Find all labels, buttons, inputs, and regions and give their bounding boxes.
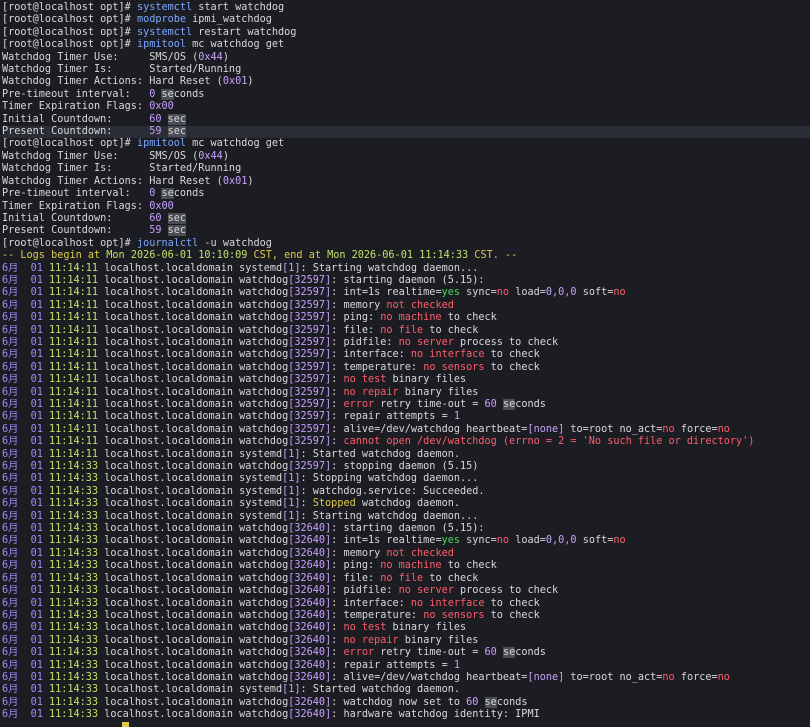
log-line: 6月 01 11:14:33 localhost.localdomain wat… <box>2 659 460 671</box>
log-line: 6月 01 11:14:33 localhost.localdomain wat… <box>2 547 454 559</box>
watchdog-timer-use: Watchdog Timer Use: SMS/OS (0x44) <box>2 150 229 162</box>
log-line: 6月 01 11:14:11 localhost.localdomain wat… <box>2 349 540 361</box>
log-line: 6月 01 11:14:11 localhost.localdomain wat… <box>2 336 559 348</box>
watchdog-timer-is: Watchdog Timer Is: Started/Running <box>2 64 242 76</box>
log-line: 6月 01 11:14:11 localhost.localdomain wat… <box>2 423 730 435</box>
log-line: 6月 01 11:14:33 localhost.localdomain wat… <box>2 560 497 572</box>
log-line: 6月 01 11:14:11 localhost.localdomain wat… <box>2 324 479 336</box>
log-line: 6月 01 11:14:11 localhost.localdomain wat… <box>2 312 497 324</box>
log-line: 6月 01 11:14:11 localhost.localdomain wat… <box>2 374 467 386</box>
log-line: 6月 01 11:14:33 localhost.localdomain sys… <box>2 485 485 497</box>
journal-header: -- Logs begin at Mon 2026-06-01 10:10:09… <box>2 250 518 262</box>
log-line: 6月 01 11:14:11 localhost.localdomain sys… <box>2 448 460 460</box>
present-countdown: Present Countdown: 59 sec <box>2 225 187 237</box>
log-line: 6月 01 11:14:33 localhost.localdomain wat… <box>2 523 485 535</box>
log-line: 6月 01 11:14:33 localhost.localdomain sys… <box>2 684 460 696</box>
log-line: 6月 01 11:14:33 localhost.localdomain wat… <box>2 622 467 634</box>
log-line: 6月 01 11:14:11 localhost.localdomain wat… <box>2 386 479 398</box>
watchdog-timer-actions: Watchdog Timer Actions: Hard Reset (0x01… <box>2 76 254 88</box>
terminal-line: [root@localhost opt]# systemctl restart … <box>2 26 297 38</box>
log-line: 6月 01 11:14:11 localhost.localdomain wat… <box>2 299 454 311</box>
log-line: 6月 01 11:14:33 localhost.localdomain wat… <box>2 671 730 683</box>
pretimeout-interval: Pre-timeout interval: 0 seconds <box>2 88 205 100</box>
log-line: 6月 01 11:14:33 localhost.localdomain wat… <box>2 634 479 646</box>
log-line: 6月 01 11:14:33 localhost.localdomain sys… <box>2 473 479 485</box>
log-line: 6月 01 11:14:33 localhost.localdomain wat… <box>2 461 479 473</box>
terminal-line: [root@localhost opt]# journalctl -u watc… <box>2 237 272 249</box>
log-line: 6月 01 11:14:11 localhost.localdomain wat… <box>2 274 485 286</box>
log-line: 6月 01 11:14:11 localhost.localdomain wat… <box>2 436 755 448</box>
log-line: 6月 01 11:14:33 localhost.localdomain wat… <box>2 572 479 584</box>
log-line: 6月 01 11:14:33 localhost.localdomain wat… <box>2 585 559 597</box>
log-line: 6月 01 11:14:11 localhost.localdomain wat… <box>2 287 626 299</box>
log-line: 6月 01 11:14:33 localhost.localdomain wat… <box>2 597 540 609</box>
watchdog-timer-use: Watchdog Timer Use: SMS/OS (0x44) <box>2 51 229 63</box>
initial-countdown: Initial Countdown: 60 sec <box>2 212 187 224</box>
log-line: 6月 01 11:14:11 localhost.localdomain wat… <box>2 411 460 423</box>
terminal-line: [root@localhost opt]# ipmitool mc watchd… <box>2 138 285 150</box>
log-line: 6月 01 11:14:11 localhost.localdomain wat… <box>2 399 546 410</box>
watchdog-timer-is: Watchdog Timer Is: Started/Running <box>2 163 242 175</box>
log-line: 6月 01 11:14:33 localhost.localdomain sys… <box>2 498 460 510</box>
pretimeout-interval: Pre-timeout interval: 0 seconds <box>2 188 205 200</box>
log-line: 6月 01 11:14:33 localhost.localdomain wat… <box>2 609 540 621</box>
timer-expiration-flags: Timer Expiration Flags: 0x00 <box>2 101 174 113</box>
log-line: 6月 01 11:14:11 localhost.localdomain wat… <box>2 361 540 373</box>
terminal-line: [root@localhost opt]# modprobe ipmi_watc… <box>2 14 272 26</box>
log-line: 6月 01 11:14:33 localhost.localdomain wat… <box>2 535 626 547</box>
log-line: 6月 01 11:14:33 localhost.localdomain wat… <box>2 696 528 708</box>
log-line: 6月 01 11:14:33 localhost.localdomain wat… <box>2 647 546 659</box>
terminal-line: [root@localhost opt]# ipmitool mc watchd… <box>2 39 285 51</box>
log-line: 6月 01 11:14:33 localhost.localdomain sys… <box>2 510 479 522</box>
terminal-window[interactable]: [root@localhost opt]# systemctl start wa… <box>0 0 810 727</box>
present-countdown: Present Countdown: 59 sec <box>2 126 810 139</box>
watchdog-timer-actions: Watchdog Timer Actions: Hard Reset (0x01… <box>2 175 254 187</box>
log-line: 6月 01 11:14:33 localhost.localdomain wat… <box>2 709 540 721</box>
terminal-cursor <box>122 722 129 727</box>
timer-expiration-flags: Timer Expiration Flags: 0x00 <box>2 200 174 212</box>
initial-countdown: Initial Countdown: 60 sec <box>2 113 187 125</box>
log-line: 6月 01 11:14:11 localhost.localdomain sys… <box>2 262 479 274</box>
terminal-line: [root@localhost opt]# systemctl start wa… <box>2 2 285 13</box>
